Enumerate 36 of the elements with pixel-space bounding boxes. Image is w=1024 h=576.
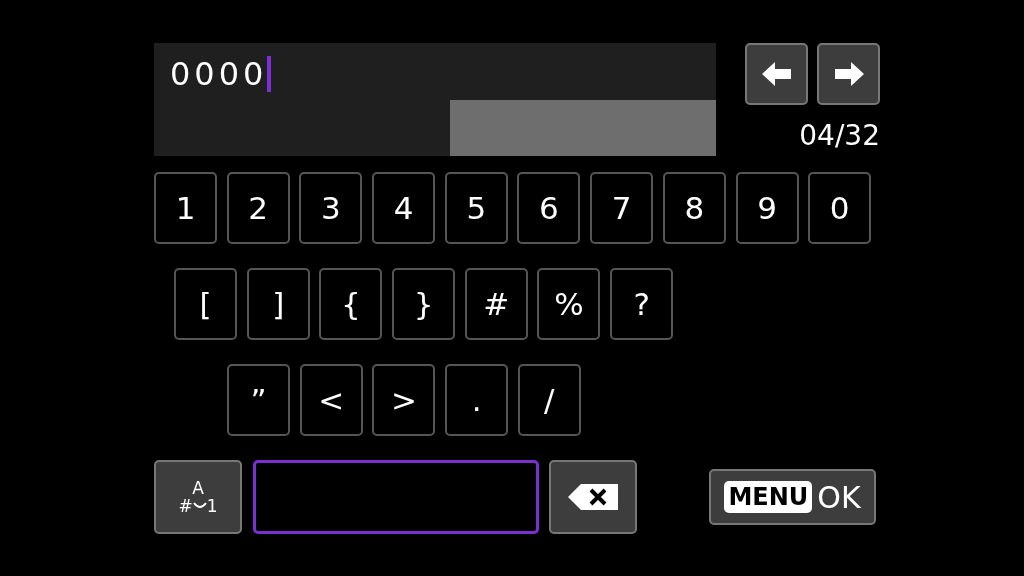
key-button[interactable]: . — [445, 364, 509, 436]
key-button[interactable]: < — [299, 364, 363, 436]
key-button[interactable]: 7 — [590, 172, 654, 244]
key-button[interactable]: 9 — [735, 172, 799, 244]
cursor-left-button[interactable] — [745, 43, 808, 105]
backspace-button[interactable] — [549, 460, 637, 534]
key-button[interactable]: 0 — [808, 172, 872, 244]
key-button[interactable]: 4 — [372, 172, 436, 244]
key-button[interactable]: / — [517, 364, 581, 436]
entry-value: 0000 — [170, 55, 268, 93]
right-arrow-icon — [832, 61, 865, 87]
key-button[interactable]: 5 — [444, 172, 508, 244]
key-button[interactable]: > — [372, 364, 436, 436]
backspace-icon — [567, 483, 619, 511]
input-box[interactable] — [253, 460, 539, 534]
left-arrow-icon — [760, 61, 793, 87]
key-button[interactable]: % — [537, 268, 601, 340]
key-button[interactable]: } — [392, 268, 456, 340]
key-button[interactable]: ? — [610, 268, 674, 340]
key-button[interactable]: # — [464, 268, 528, 340]
menu-ok-button[interactable]: MENU OK — [709, 469, 876, 525]
key-button[interactable]: ] — [246, 268, 310, 340]
arc-icon — [192, 501, 207, 511]
key-button[interactable]: { — [319, 268, 383, 340]
key-button[interactable]: 3 — [299, 172, 363, 244]
text-entry-field[interactable]: 0000 — [154, 43, 716, 156]
cursor-right-button[interactable] — [817, 43, 880, 105]
key-button[interactable]: [ — [174, 268, 237, 340]
key-button[interactable]: ” — [227, 364, 290, 436]
text-cursor — [267, 56, 272, 92]
key-button[interactable]: 1 — [154, 172, 217, 244]
key-button[interactable]: 2 — [226, 172, 290, 244]
mode-switch-button[interactable]: A # 1 — [154, 460, 242, 534]
key-button[interactable]: 8 — [662, 172, 726, 244]
key-button[interactable]: 6 — [517, 172, 581, 244]
character-counter: 04/32 — [799, 119, 880, 152]
